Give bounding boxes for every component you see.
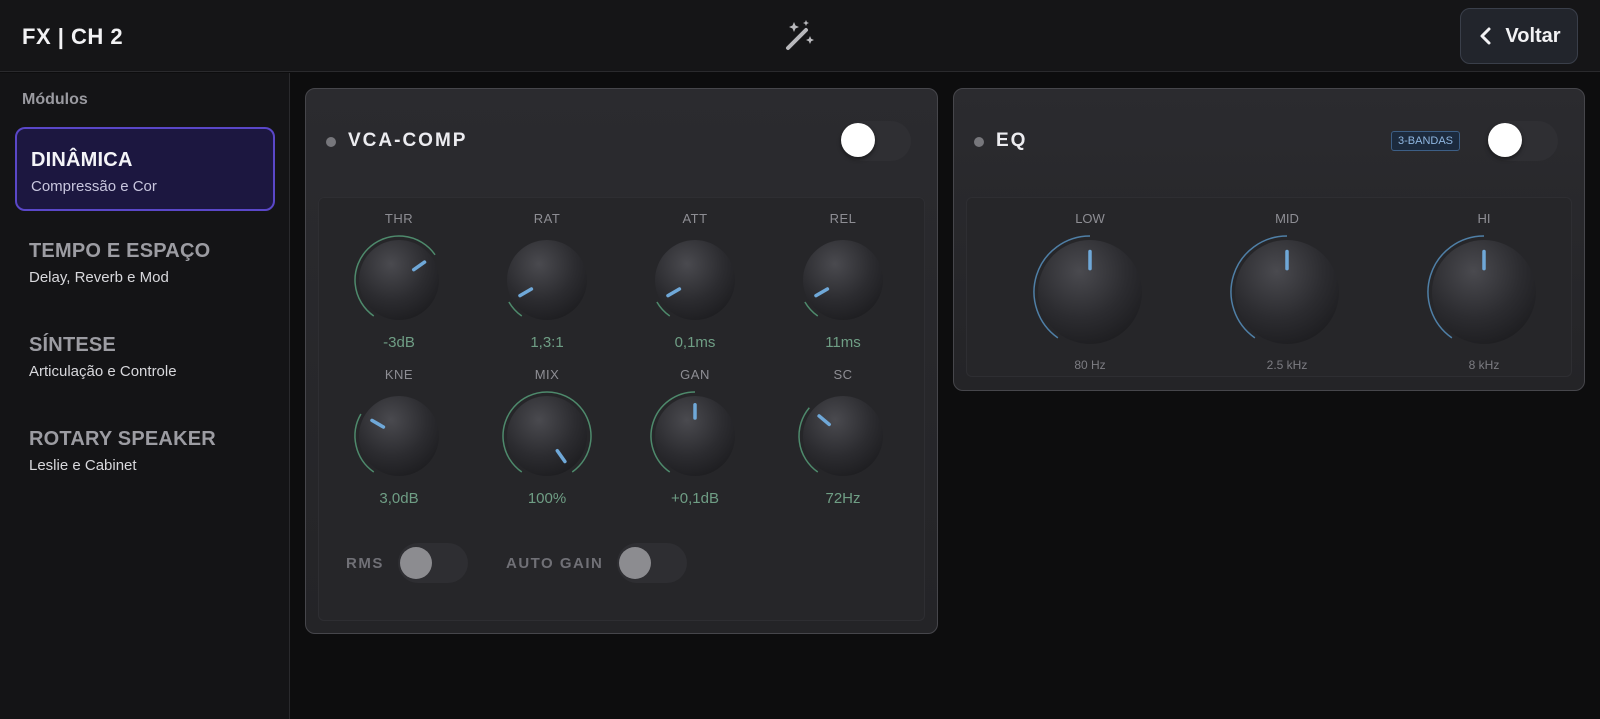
magic-wand-icon[interactable] <box>780 16 820 56</box>
modules-sidebar: Módulos DINÂMICA Compressão e Cor TEMPO … <box>0 73 290 719</box>
knob-body <box>359 396 439 476</box>
bands-badge: 3-BANDAS <box>1391 131 1461 151</box>
page-title: FX | CH 2 <box>22 24 124 49</box>
sidebar-item-title: DINÂMICA <box>31 149 133 171</box>
toggle-knob <box>1488 123 1522 157</box>
knob-value: 1,3:1 <box>530 334 564 351</box>
knob-label: MID <box>1275 211 1299 226</box>
auto-gain-switch-row: AUTO GAIN <box>506 543 688 583</box>
sidebar-item-subtitle: Articulação e Controle <box>29 363 177 380</box>
sidebar-item-subtitle: Delay, Reverb e Mod <box>29 269 169 286</box>
sidebar-item-title: SÍNTESE <box>29 334 116 356</box>
knob-sc[interactable]: SC 72Hz <box>783 367 903 507</box>
sidebar-heading: Módulos <box>22 91 88 108</box>
knob-value: 11ms <box>825 334 861 351</box>
knob-body <box>359 240 439 320</box>
vca-comp-enable-toggle[interactable] <box>841 121 911 161</box>
knob-value: 2.5 kHz <box>1266 358 1308 372</box>
knob-value: 72Hz <box>825 490 861 507</box>
rotary-knob[interactable] <box>645 388 745 484</box>
knob-value: -3dB <box>383 334 415 351</box>
knob-label: REL <box>829 211 857 226</box>
rotary-knob[interactable] <box>1025 232 1155 352</box>
eq-controls: LOW 80 Hz MID 2.5 kHz HI 8 kHz <box>966 197 1572 377</box>
knob-mix[interactable]: MIX 100% <box>487 367 607 507</box>
knob-thr[interactable]: THR -3dB <box>339 211 459 351</box>
sidebar-item-dinamica[interactable]: DINÂMICA Compressão e Cor <box>15 127 275 211</box>
rotary-knob[interactable] <box>497 388 597 484</box>
rotary-knob[interactable] <box>1419 232 1549 352</box>
rotary-knob[interactable] <box>793 232 893 328</box>
knob-value: 0,1ms <box>674 334 716 351</box>
vca-comp-header: VCA-COMP <box>306 89 937 193</box>
vca-comp-title: VCA-COMP <box>348 130 468 151</box>
knob-body <box>803 240 883 320</box>
knob-value: 8 kHz <box>1468 358 1500 372</box>
knob-body <box>507 240 587 320</box>
auto-gain-toggle[interactable] <box>617 543 688 583</box>
knob-label: ATT <box>682 211 708 226</box>
knob-value: 3,0dB <box>379 490 419 507</box>
knob-kne[interactable]: KNE 3,0dB <box>339 367 459 507</box>
eq-panel: EQ 3-BANDAS LOW 80 Hz MID 2.5 kHz HI 8 k… <box>953 88 1585 391</box>
rotary-knob[interactable] <box>497 232 597 328</box>
knob-label: KNE <box>384 367 414 382</box>
knob-label: MIX <box>534 367 560 382</box>
sidebar-item-title: ROTARY SPEAKER <box>29 428 216 450</box>
knob-body <box>507 396 587 476</box>
knob-body <box>803 396 883 476</box>
status-led <box>326 137 336 147</box>
knob-label: THR <box>384 211 414 226</box>
back-button-label: Voltar <box>1505 24 1561 47</box>
rotary-knob[interactable] <box>1222 232 1352 352</box>
knob-label: RAT <box>533 211 561 226</box>
rotary-knob[interactable] <box>793 388 893 484</box>
rms-toggle[interactable] <box>397 543 468 583</box>
knob-label: SC <box>833 367 853 382</box>
sidebar-item-subtitle: Leslie e Cabinet <box>29 457 137 474</box>
status-led <box>974 137 984 147</box>
knob-gan[interactable]: GAN +0,1dB <box>635 367 755 507</box>
knob-label: HI <box>1477 211 1491 226</box>
knob-att[interactable]: ATT 0,1ms <box>635 211 755 351</box>
knob-label: GAN <box>680 367 710 382</box>
chevron-left-icon <box>1480 27 1491 45</box>
toggle-knob <box>399 547 432 579</box>
knob-label: LOW <box>1075 211 1105 226</box>
back-button[interactable]: Voltar <box>1460 8 1578 64</box>
knob-rel[interactable]: REL 11ms <box>783 211 903 351</box>
eq-title: EQ <box>996 130 1028 151</box>
auto-gain-label: AUTO GAIN <box>506 554 604 572</box>
top-bar: FX | CH 2 Voltar <box>0 0 1600 72</box>
rotary-knob[interactable] <box>645 232 745 328</box>
knob-value: 80 Hz <box>1074 358 1106 372</box>
sidebar-item-tempo-e-espaco[interactable]: TEMPO E ESPAÇO Delay, Reverb e Mod <box>15 220 275 304</box>
rms-label: RMS <box>346 554 384 572</box>
knob-value: 100% <box>527 490 567 507</box>
sidebar-item-sintese[interactable]: SÍNTESE Articulação e Controle <box>15 314 275 398</box>
toggle-knob <box>841 123 875 157</box>
vca-comp-panel: VCA-COMP THR -3dB RAT 1,3:1 ATT 0,1ms RE… <box>305 88 938 634</box>
sidebar-item-rotary-speaker[interactable]: ROTARY SPEAKER Leslie e Cabinet <box>15 408 275 492</box>
knob-rat[interactable]: RAT 1,3:1 <box>487 211 607 351</box>
eq-enable-toggle[interactable] <box>1488 121 1558 161</box>
vca-comp-controls: THR -3dB RAT 1,3:1 ATT 0,1ms REL 11ms KN… <box>318 197 925 621</box>
rotary-knob[interactable] <box>349 388 449 484</box>
sidebar-item-subtitle: Compressão e Cor <box>31 178 157 195</box>
toggle-knob <box>619 547 652 579</box>
eq-knob-hi[interactable]: HI 8 kHz <box>1404 211 1564 372</box>
rms-switch-row: RMS <box>346 543 468 583</box>
rotary-knob[interactable] <box>349 232 449 328</box>
eq-header: EQ 3-BANDAS <box>954 89 1584 193</box>
eq-knob-mid[interactable]: MID 2.5 kHz <box>1207 211 1367 372</box>
eq-knob-low[interactable]: LOW 80 Hz <box>1010 211 1170 372</box>
knob-body <box>655 240 735 320</box>
sidebar-item-title: TEMPO E ESPAÇO <box>29 240 211 262</box>
knob-value: +0,1dB <box>671 490 719 507</box>
